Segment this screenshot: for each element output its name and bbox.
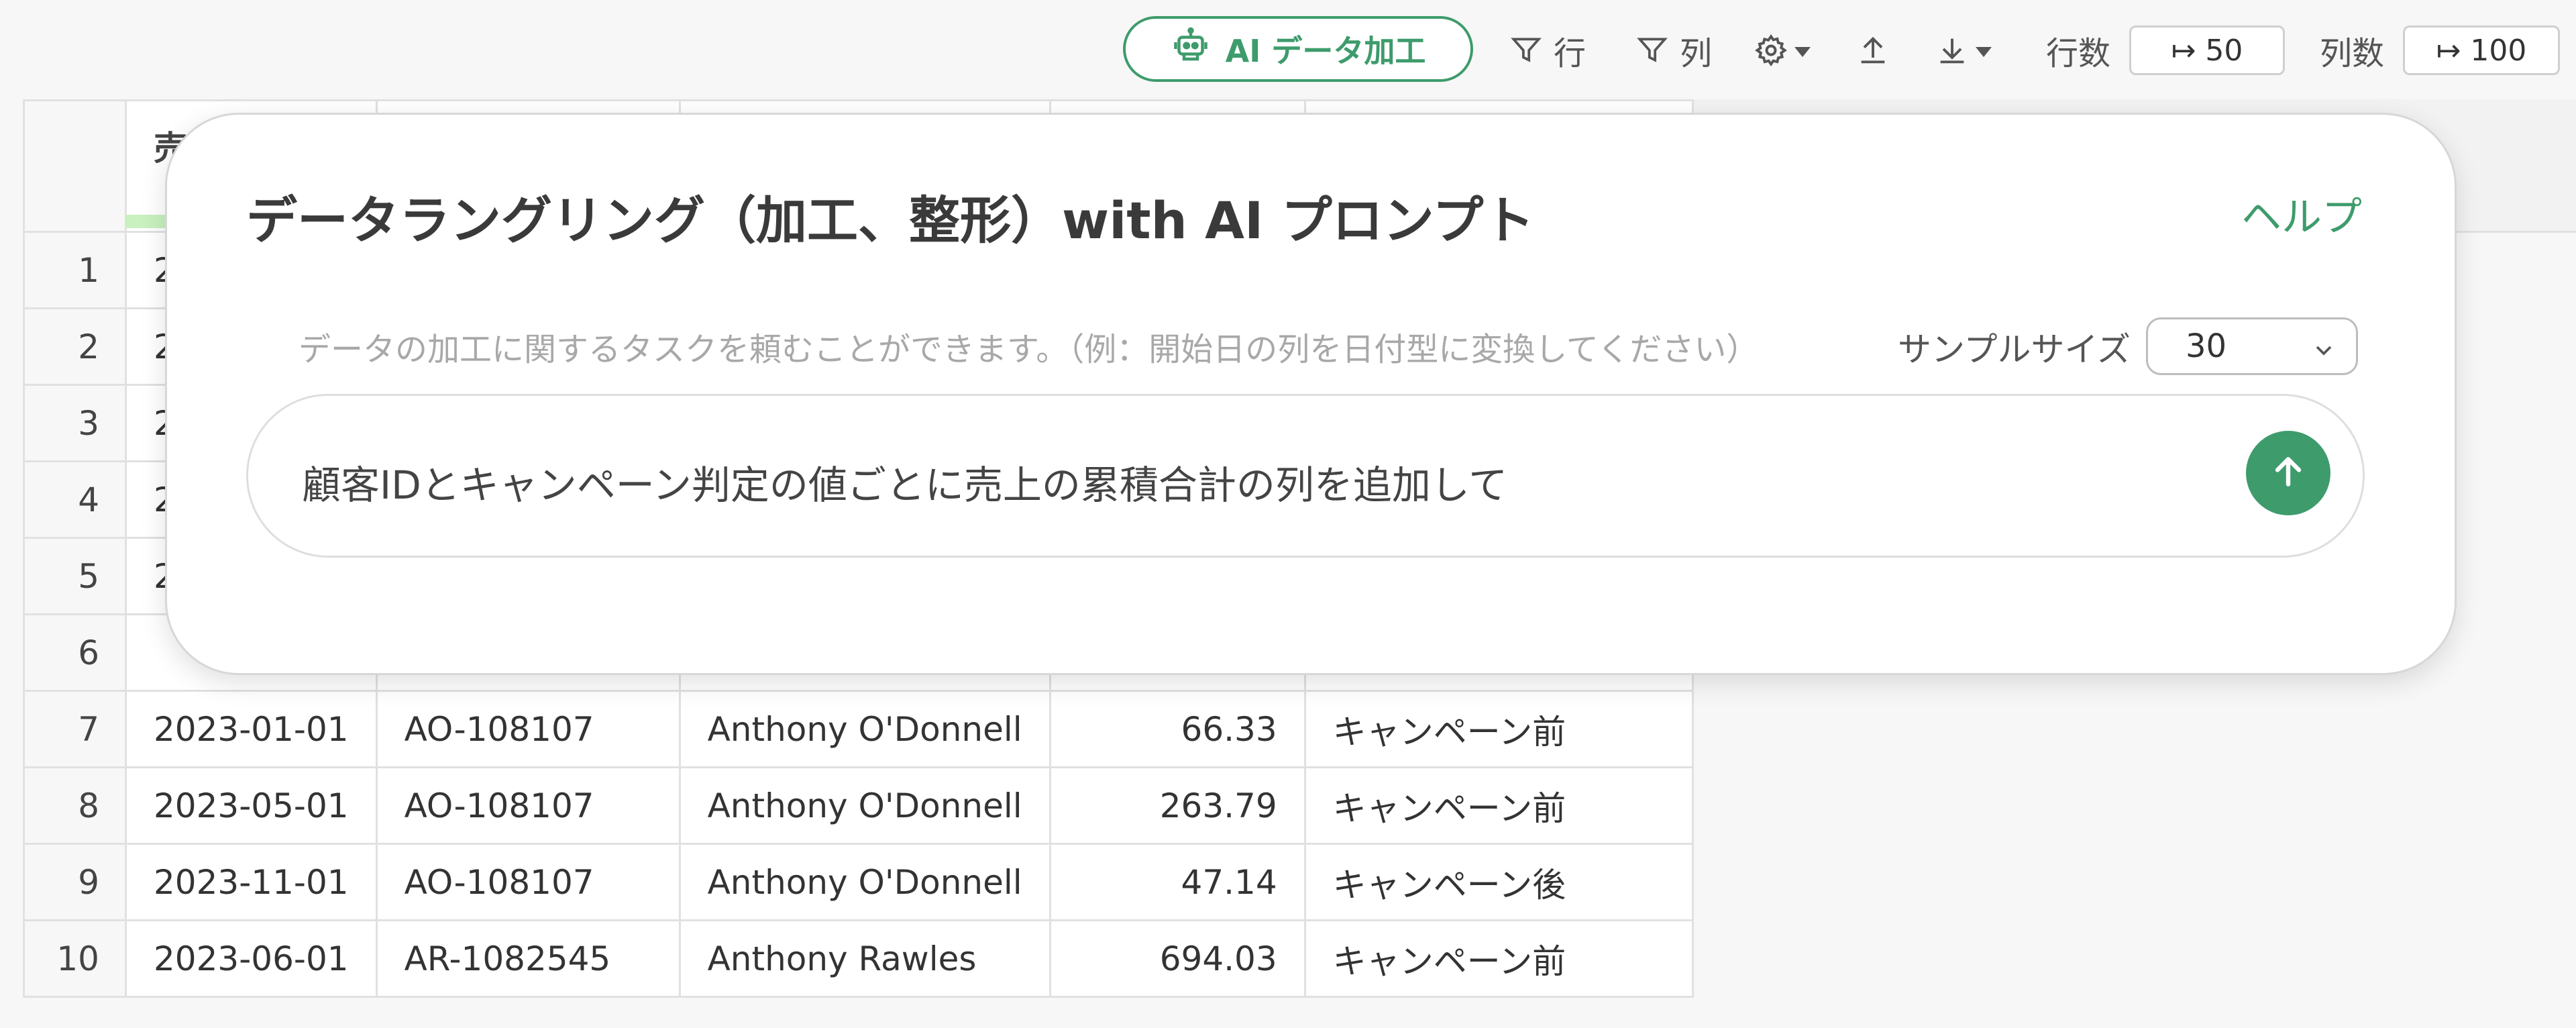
row-count-label: 行数 <box>2046 35 2111 72</box>
cell-customer-id[interactable]: AO-108107 <box>375 843 681 921</box>
ai-prompt-dialog: データラングリング（加工、整形）with AI プロンプト ヘルプ データの加工… <box>165 113 2457 675</box>
row-filter-button[interactable]: 行 <box>1509 27 1586 74</box>
sample-size-select[interactable]: 30 <box>2146 317 2358 375</box>
cell-customer-id[interactable]: AO-108107 <box>375 690 681 768</box>
col-filter-label: 列 <box>1680 35 1713 72</box>
cell-sales[interactable]: 263.79 <box>1049 766 1306 845</box>
sample-size-label: サンプルサイズ <box>1898 330 2131 369</box>
caret-down-icon <box>1792 32 1813 69</box>
cell-customer-name[interactable]: Anthony O'Donnell <box>678 690 1051 768</box>
gear-icon <box>1754 33 1788 68</box>
cell-campaign-flag[interactable]: キャンペーン前 <box>1303 919 1694 998</box>
filter-icon <box>1635 34 1669 67</box>
cell-sales[interactable]: 47.14 <box>1049 843 1306 921</box>
row-number: 2 <box>23 307 127 386</box>
prompt-text[interactable]: 顧客IDとキャンペーン判定の値ごとに売上の累積合計の列を追加して <box>302 454 1507 510</box>
cell-date[interactable]: 2023-05-01 <box>125 766 378 845</box>
row-number: 6 <box>23 613 127 692</box>
prompt-hint: データの加工に関するタスクを頼むことができます。（例：開始日の列を日付型に変換し… <box>299 331 1759 368</box>
row-filter-label: 行 <box>1554 35 1587 72</box>
row-number: 10 <box>23 919 127 998</box>
cell-customer-name[interactable]: Anthony Rawles <box>678 919 1051 998</box>
cell-date[interactable]: 2023-01-01 <box>125 690 378 768</box>
col-count-input[interactable]: ↦ 100 <box>2403 25 2560 75</box>
row-number: 4 <box>23 460 127 539</box>
ai-data-processing-button[interactable]: AI データ加工 <box>1123 16 1473 82</box>
row-number: 9 <box>23 843 127 921</box>
caret-down-icon <box>1974 32 1994 69</box>
row-number: 8 <box>23 766 127 845</box>
cell-customer-id[interactable]: AO-108107 <box>375 766 681 845</box>
arrow-up-icon <box>2267 450 2310 496</box>
upload-icon <box>1856 33 1890 68</box>
table-row: 8 2023-05-01 AO-108107 Anthony O'Donnell 263… <box>23 766 1694 845</box>
cell-customer-id[interactable]: AR-1082545 <box>375 919 681 998</box>
table-row: 9 2023-11-01 AO-108107 Anthony O'Donnell 47.… <box>23 843 1694 921</box>
table-row: 10 2023-06-01 AR-1082545 Anthony Rawles 694.… <box>23 919 1694 998</box>
download-icon <box>1935 33 1970 68</box>
chevron-down-icon <box>2310 334 2337 372</box>
upload-button[interactable] <box>1856 27 1890 74</box>
cell-customer-name[interactable]: Anthony O'Donnell <box>678 843 1051 921</box>
cell-customer-name[interactable]: Anthony O'Donnell <box>678 766 1051 845</box>
row-number: 5 <box>23 537 127 615</box>
row-count-input[interactable]: ↦ 50 <box>2129 25 2285 75</box>
robot-icon <box>1171 25 1211 73</box>
row-number: 7 <box>23 690 127 768</box>
help-link[interactable]: ヘルプ <box>2241 185 2362 243</box>
ai-button-label: AI データ加工 <box>1225 33 1426 69</box>
filter-icon <box>1509 34 1543 67</box>
row-number: 1 <box>23 231 127 309</box>
prompt-input[interactable]: 顧客IDとキャンペーン判定の値ごとに売上の累積合計の列を追加して <box>246 394 2365 558</box>
cell-campaign-flag[interactable]: キャンペーン前 <box>1303 690 1694 768</box>
cell-campaign-flag[interactable]: キャンペーン後 <box>1303 843 1694 921</box>
cell-sales[interactable]: 694.03 <box>1049 919 1306 998</box>
settings-menu-button[interactable] <box>1754 27 1813 74</box>
send-button[interactable] <box>2246 431 2330 515</box>
col-count-label: 列数 <box>2320 35 2385 72</box>
sample-size-value: 30 <box>2186 327 2227 365</box>
col-filter-button[interactable]: 列 <box>1635 27 1712 74</box>
cell-date[interactable]: 2023-06-01 <box>125 919 378 998</box>
download-menu-button[interactable] <box>1935 27 1994 74</box>
toolbar: AI データ加工 行 列 行数 ↦ 50 列数 ↦ 100 <box>0 0 2576 101</box>
dialog-title: データラングリング（加工、整形）with AI プロンプト <box>246 191 1535 250</box>
row-number: 3 <box>23 384 127 462</box>
cell-campaign-flag[interactable]: キャンペーン前 <box>1303 766 1694 845</box>
row-number-header <box>23 99 127 233</box>
cell-sales[interactable]: 66.33 <box>1049 690 1306 768</box>
table-row: 7 2023-01-01 AO-108107 Anthony O'Donnell 66.… <box>23 690 1694 768</box>
cell-date[interactable]: 2023-11-01 <box>125 843 378 921</box>
